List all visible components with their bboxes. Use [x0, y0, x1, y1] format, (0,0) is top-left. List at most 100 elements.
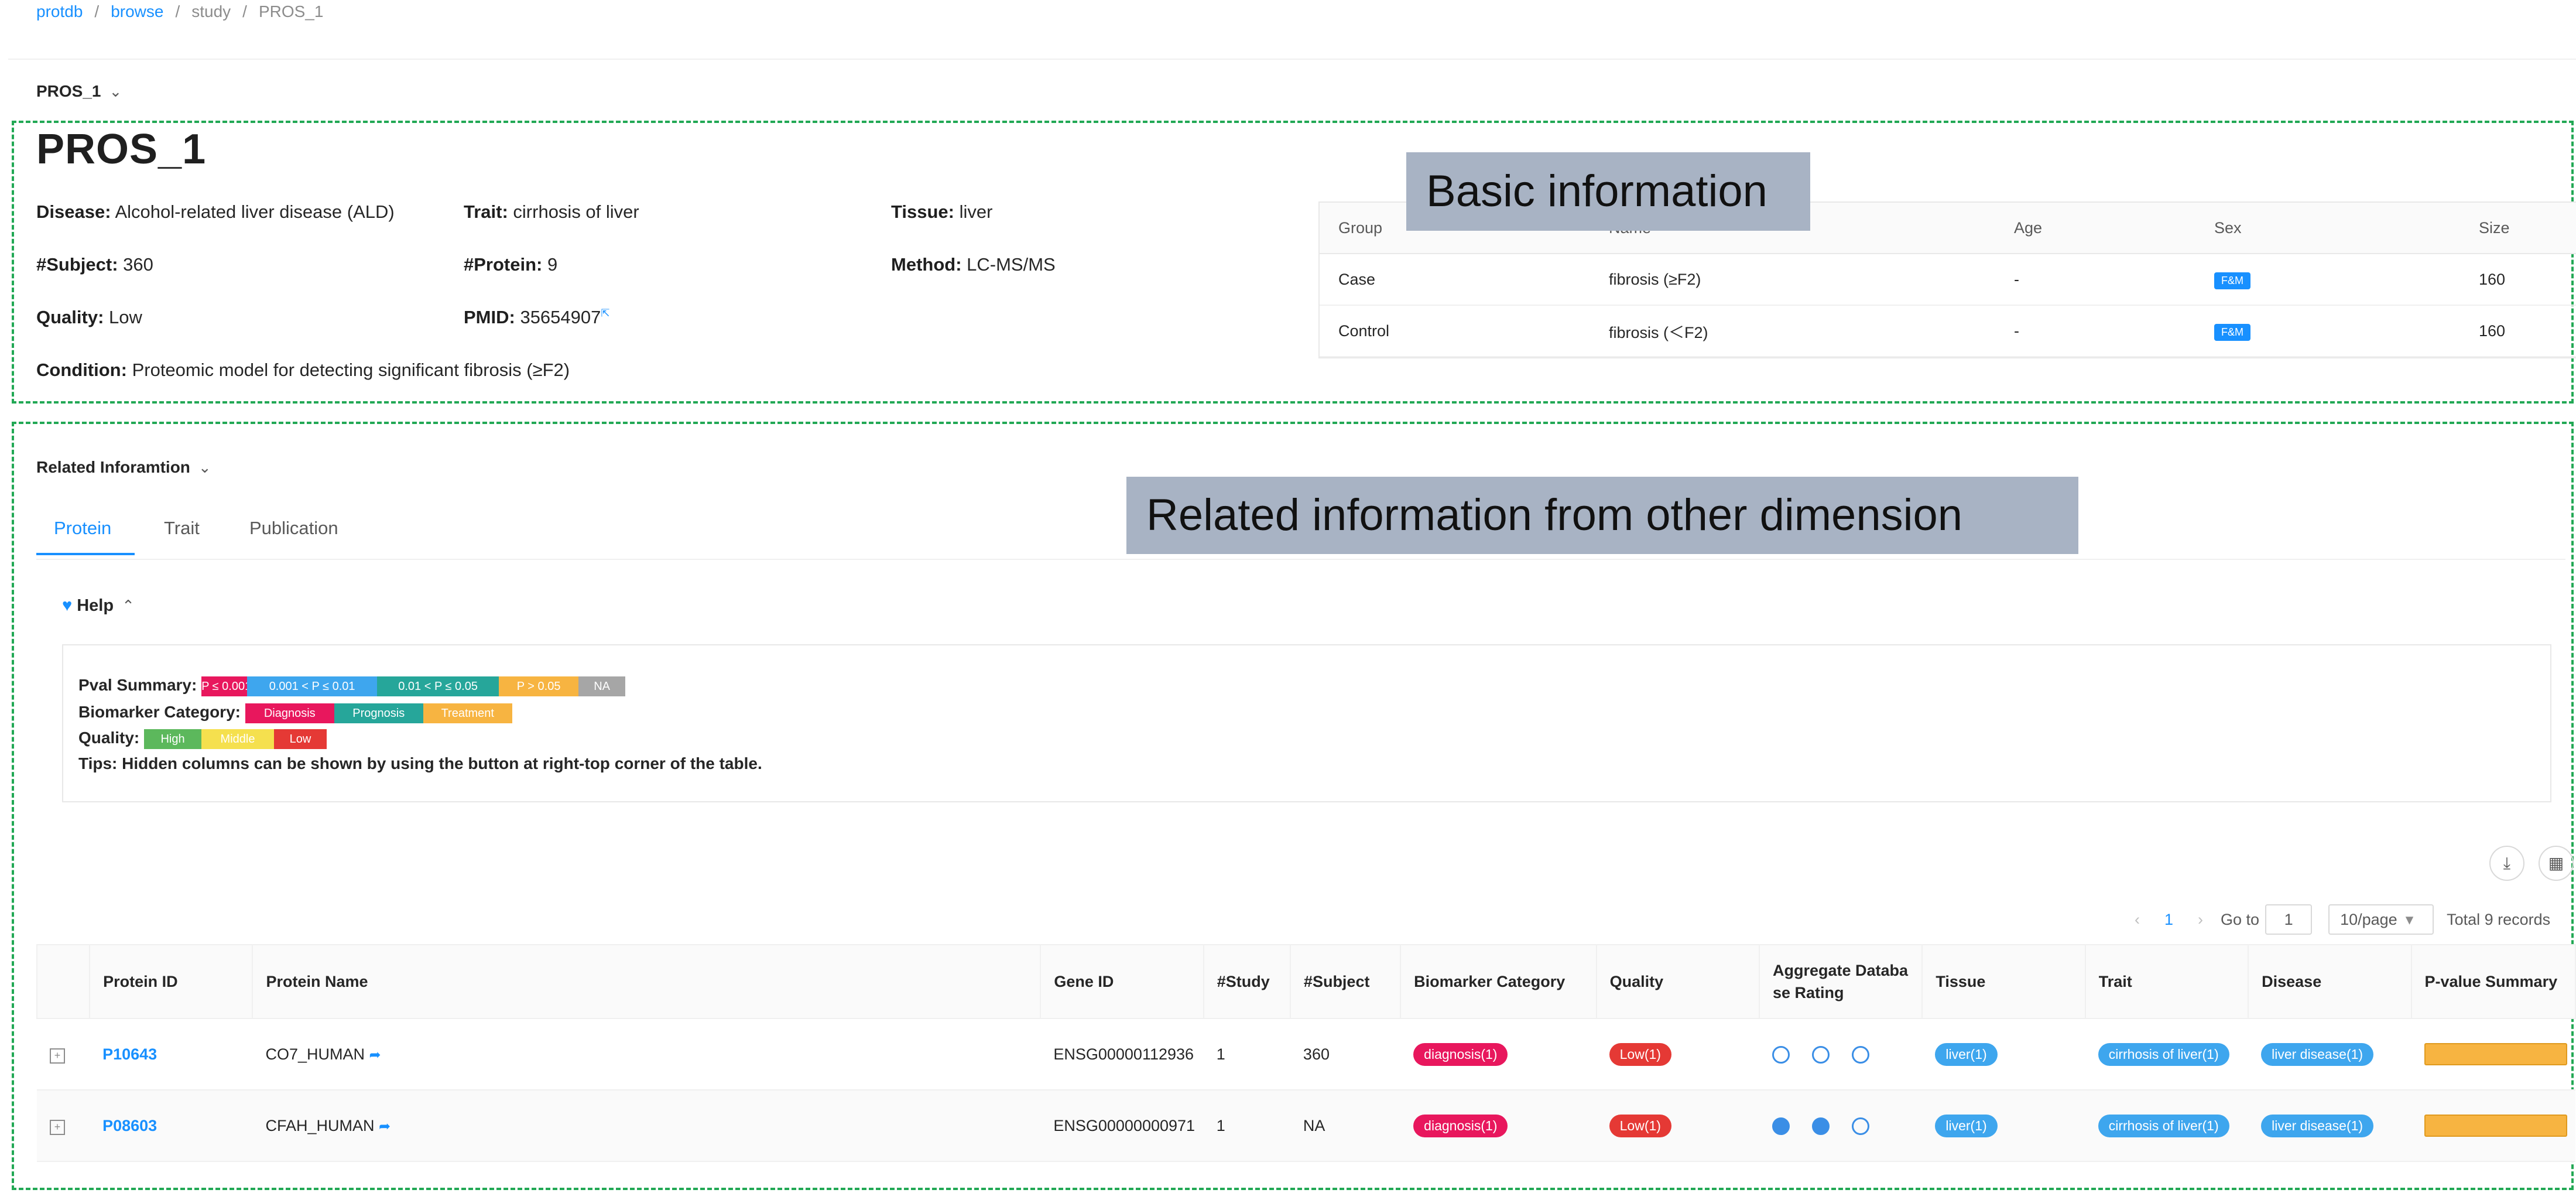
next-page-icon[interactable]: › [2198, 911, 2203, 928]
method-field: Method: LC-MS/MS [891, 254, 1056, 275]
prev-page-icon[interactable]: ‹ [2135, 911, 2140, 928]
page-number[interactable]: 1 [2164, 911, 2173, 928]
size-cell: 160 [2460, 305, 2576, 357]
tissue-tag[interactable]: liver(1) [1935, 1114, 1998, 1137]
pval-chip: NA [578, 676, 626, 696]
sex-col-header: Sex [2195, 203, 2460, 254]
help-title: Help [77, 596, 114, 615]
trait-field: Trait: cirrhosis of liver [464, 201, 639, 222]
protein-id-header[interactable]: Protein ID [89, 944, 254, 1019]
external-link-icon[interactable]: ⇱ [601, 307, 609, 319]
group-row: Case fibrosis (≥F2) - F&M 160 [1320, 254, 2576, 306]
pval-chip: P > 0.05 [499, 676, 579, 696]
pmid-link[interactable]: 35654907 [520, 307, 601, 327]
share-icon[interactable]: ➦ [369, 1047, 381, 1063]
tab-trait[interactable]: Trait [164, 518, 200, 539]
pval-chip: 0.01 < P ≤ 0.05 [377, 676, 499, 696]
bio-chip: Treatment [423, 703, 512, 723]
expand-row-icon[interactable]: + [50, 1048, 65, 1064]
sex-cell: F&M [2195, 305, 2460, 357]
tissue-tag[interactable]: liver(1) [1935, 1042, 1998, 1066]
protein-id-link[interactable]: P08603 [102, 1117, 157, 1134]
pvalue-summary-bar [2424, 1115, 2567, 1137]
biomarker-header[interactable]: Biomarker Category [1400, 944, 1597, 1019]
pval-chip: 0.001 < P ≤ 0.01 [247, 676, 378, 696]
quality-field: Quality: Low [36, 307, 142, 327]
gene-id-header[interactable]: Gene ID [1040, 944, 1204, 1019]
quality-tag[interactable]: Low(1) [1609, 1042, 1671, 1066]
age-col-header: Age [1995, 203, 2195, 254]
trait-tag[interactable]: cirrhosis of liver(1) [2098, 1042, 2229, 1066]
subject-field: #Subject: 360 [36, 254, 153, 275]
tab-protein[interactable]: Protein [54, 518, 111, 539]
bio-chip: Diagnosis [245, 703, 334, 723]
table-row: + P10643 CO7_HUMAN ➦ ENSG00000112936 1 3… [37, 1018, 2575, 1091]
gene-id: ENSG00000112936 [1040, 1018, 1204, 1091]
collapse-chevron-icon[interactable]: ⌄ [109, 83, 122, 101]
related-header[interactable]: Related Inforamtion ⌄ [36, 458, 211, 477]
goto-label: Go to [2221, 911, 2260, 928]
expand-row-icon[interactable]: + [50, 1120, 65, 1135]
rating-cell [1759, 1090, 1923, 1162]
subject-count-header[interactable]: #Subject [1289, 944, 1402, 1019]
breadcrumb-browse[interactable]: browse [111, 2, 163, 20]
tab-publication[interactable]: Publication [249, 518, 338, 539]
biomarker-legend: Biomarker Category: Diagnosis Prognosis Tr… [78, 703, 512, 723]
group-cell: Control [1320, 305, 1590, 357]
study-count: 1 [1203, 1018, 1290, 1091]
age-cell: - [1995, 254, 2195, 306]
collapse-up-icon[interactable]: ⌃ [122, 597, 135, 615]
group-row: Control fibrosis (＜F2) - F&M 160 [1320, 305, 2576, 357]
condition-field: Condition: Proteomic model for detecting… [36, 360, 570, 380]
biomarker-tag[interactable]: diagnosis(1) [1413, 1114, 1508, 1137]
download-icon[interactable]: ⤓ [2489, 846, 2524, 881]
protein-name-header[interactable]: Protein Name [252, 944, 1042, 1019]
tissue-field: Tissue: liver [891, 201, 993, 222]
quality-tag[interactable]: Low(1) [1609, 1114, 1671, 1137]
quality-header[interactable]: Quality [1595, 944, 1760, 1019]
sex-tag: F&M [2214, 323, 2250, 341]
protein-name: CO7_HUMAN [265, 1045, 365, 1063]
sex-tag: F&M [2214, 272, 2250, 289]
pvalue-header[interactable]: P-value Summary [2410, 944, 2576, 1019]
total-records: Total 9 records [2447, 911, 2551, 928]
sex-cell: F&M [2195, 254, 2460, 306]
expand-col-header [36, 944, 91, 1019]
heart-icon: ♥ [62, 596, 73, 615]
page-size-value: 10/page [2340, 911, 2397, 928]
help-toggle[interactable]: ♥ Help ⌃ [62, 596, 135, 616]
disease-header[interactable]: Disease [2248, 944, 2412, 1019]
tissue-header[interactable]: Tissue [1921, 944, 2086, 1019]
bio-chip: Prognosis [334, 703, 423, 723]
related-info-annotation: Related information from other dimension [1126, 477, 2078, 554]
breadcrumb: protdb / browse / study / PROS_1 [36, 2, 324, 20]
pval-legend: Pval Summary: P ≤ 0.001 0.001 < P ≤ 0.01 0… [78, 676, 626, 696]
card-title: PROS_1 [36, 82, 101, 100]
related-title: Related Inforamtion [36, 458, 190, 476]
biomarker-tag[interactable]: diagnosis(1) [1413, 1042, 1508, 1066]
rating-empty-circle-icon [1812, 1045, 1830, 1064]
quality-chip: Low [274, 729, 327, 749]
disease-tag[interactable]: liver disease(1) [2261, 1114, 2374, 1137]
card-header[interactable]: PROS_1 ⌄ [36, 82, 122, 101]
breadcrumb-protdb[interactable]: protdb [36, 2, 83, 20]
protein-name: CFAH_HUMAN [265, 1116, 375, 1134]
study-count-header[interactable]: #Study [1203, 944, 1291, 1019]
pmid-field: PMID: 35654907⇱ [464, 307, 610, 327]
protein-id-link[interactable]: P10643 [102, 1045, 157, 1063]
page-size-select[interactable]: 10/page ▾ [2328, 904, 2434, 935]
share-icon[interactable]: ➦ [379, 1119, 390, 1134]
columns-icon[interactable]: ▦ [2539, 846, 2574, 881]
group-cell: Case [1320, 254, 1590, 306]
disease-field: Disease: Alcohol-related liver disease (… [36, 201, 395, 222]
collapse-chevron-icon[interactable]: ⌄ [198, 459, 211, 477]
active-tab-indicator [36, 553, 135, 555]
group-name-cell: fibrosis (＜F2) [1590, 305, 1995, 357]
trait-tag[interactable]: cirrhosis of liver(1) [2098, 1114, 2229, 1137]
goto-input[interactable]: 1 [2265, 904, 2313, 935]
rating-cell [1759, 1018, 1923, 1091]
rating-header[interactable]: Aggregate Database Rating [1758, 944, 1923, 1019]
disease-tag[interactable]: liver disease(1) [2261, 1042, 2374, 1066]
quality-label: Quality: [78, 729, 140, 747]
trait-header[interactable]: Trait [2084, 944, 2249, 1019]
